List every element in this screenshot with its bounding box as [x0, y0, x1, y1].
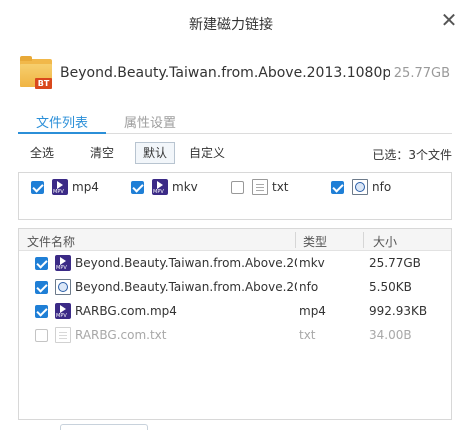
row-file-size: 34.00B — [369, 328, 412, 342]
nfo-file-icon — [55, 279, 71, 295]
row-file-name: RARBG.com.mp4 — [75, 304, 177, 318]
filter-nfo-label: nfo — [372, 180, 392, 194]
selected-count: 已选：3个文件 — [372, 148, 452, 162]
filter-mp4-checkbox[interactable] — [31, 181, 44, 194]
row-file-size: 5.50KB — [369, 280, 412, 294]
row-checkbox[interactable] — [35, 281, 48, 294]
dialog-title: 新建磁力链接 — [189, 17, 273, 33]
select-all-button[interactable]: 全选 — [22, 142, 62, 164]
table-row[interactable]: Beyond.Beauty.Taiwan.from.Above.201... m… — [19, 252, 451, 276]
filter-mkv[interactable]: mkv — [131, 179, 211, 197]
row-file-name: RARBG.com.txt — [75, 328, 167, 342]
row-checkbox[interactable] — [35, 257, 48, 270]
close-icon[interactable]: ✕ — [437, 8, 461, 32]
filter-mkv-checkbox[interactable] — [131, 181, 144, 194]
row-file-size: 25.77GB — [369, 256, 421, 270]
dialog-titlebar: 新建磁力链接 ✕ — [0, 0, 462, 46]
filter-mp4-label: mp4 — [72, 180, 99, 194]
row-checkbox[interactable] — [35, 305, 48, 318]
table-header: 文件名称 类型 大小 — [19, 229, 451, 251]
table-row[interactable]: RARBG.com.txt txt 34.00B — [19, 324, 451, 348]
tab-file-list[interactable]: 文件列表 — [18, 112, 106, 134]
mkv-video-icon — [152, 179, 168, 195]
column-header-size[interactable]: 大小 — [373, 233, 397, 250]
table-row[interactable]: Beyond.Beauty.Taiwan.from.Above.201... n… — [19, 276, 451, 300]
custom-button[interactable]: 自定义 — [182, 142, 232, 164]
default-button[interactable]: 默认 — [135, 142, 175, 164]
table-row[interactable]: RARBG.com.mp4 mp4 992.93KB — [19, 300, 451, 324]
filter-nfo[interactable]: nfo — [331, 179, 411, 197]
row-file-type: mp4 — [299, 304, 326, 318]
row-file-name: Beyond.Beauty.Taiwan.from.Above.201... — [75, 280, 297, 294]
filter-txt-checkbox[interactable] — [231, 181, 244, 194]
txt-document-icon — [252, 179, 268, 195]
row-file-type: mkv — [299, 256, 325, 270]
file-table: 文件名称 类型 大小 Beyond.Beauty.Taiwan.from.Abo… — [18, 228, 452, 420]
row-file-name: Beyond.Beauty.Taiwan.from.Above.201... — [75, 256, 297, 270]
file-type-filter: mp4 mkv txt nfo — [18, 172, 452, 220]
torrent-summary: BT Beyond.Beauty.Taiwan.from.Above.2013.… — [18, 56, 452, 92]
torrent-size: 25.77GB — [393, 66, 450, 81]
selection-toolbar: 全选 清空 默认 自定义 已选：3个文件 — [18, 140, 452, 166]
row-checkbox[interactable] — [35, 329, 48, 342]
column-header-type[interactable]: 类型 — [303, 233, 327, 250]
bt-badge: BT — [35, 78, 52, 89]
filter-mp4[interactable]: mp4 — [31, 179, 111, 197]
tab-bar: 文件列表 属性设置 — [18, 112, 452, 134]
torrent-name: Beyond.Beauty.Taiwan.from.Above.2013.108… — [60, 65, 390, 81]
filter-txt[interactable]: txt — [231, 179, 311, 197]
column-divider[interactable] — [363, 232, 364, 248]
bt-folder-icon: BT — [20, 56, 52, 89]
nfo-file-icon — [352, 179, 368, 195]
row-file-type: txt — [299, 328, 316, 342]
mkv-video-icon — [55, 255, 71, 271]
mp4-video-icon — [52, 179, 68, 195]
mp4-video-icon — [55, 303, 71, 319]
row-file-size: 992.93KB — [369, 304, 428, 318]
row-file-type: nfo — [299, 280, 319, 294]
column-header-name[interactable]: 文件名称 — [27, 233, 75, 250]
filter-txt-label: txt — [272, 180, 289, 194]
tab-properties[interactable]: 属性设置 — [124, 112, 176, 134]
clear-button[interactable]: 清空 — [82, 142, 122, 164]
download-button[interactable] — [60, 424, 148, 430]
filter-mkv-label: mkv — [172, 180, 198, 194]
txt-document-icon — [55, 327, 71, 343]
filter-nfo-checkbox[interactable] — [331, 181, 344, 194]
column-divider[interactable] — [295, 232, 296, 248]
